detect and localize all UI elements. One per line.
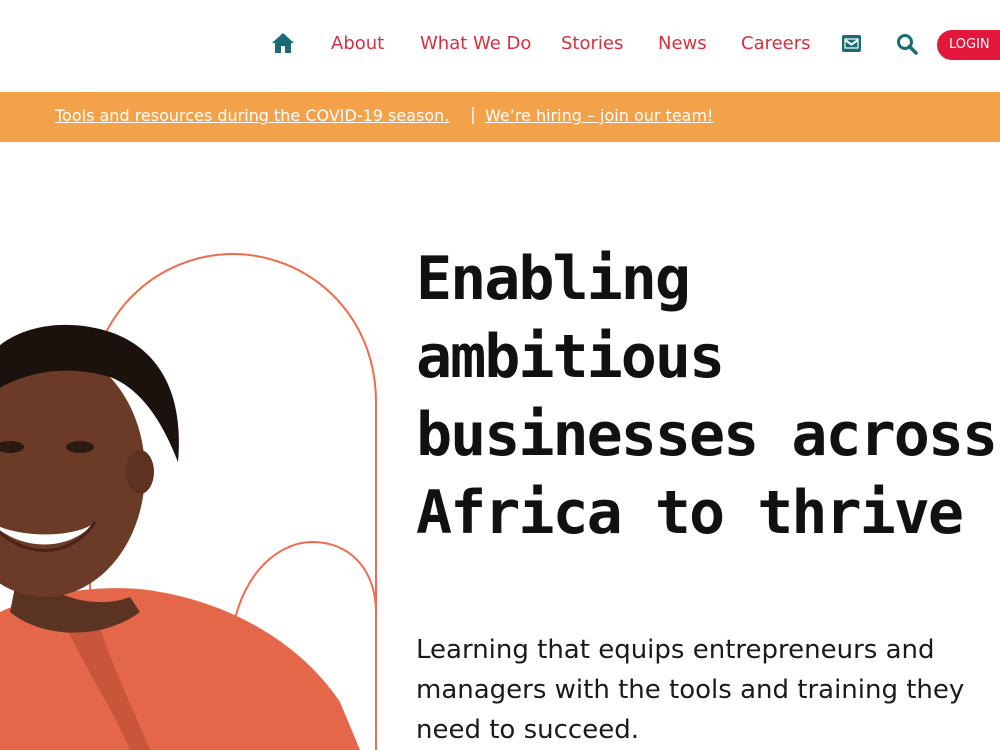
nav-link-about[interactable]: About xyxy=(331,33,384,54)
nav-link-careers[interactable]: Careers xyxy=(741,33,811,54)
hero-title-line: Africa to thrive xyxy=(416,478,964,548)
hero-title-line: Enabling xyxy=(416,244,691,314)
site-header: About What We Do Stories News Careers LO… xyxy=(0,0,1000,92)
announcement-banner: Tools and resources during the COVID-19 … xyxy=(0,92,1000,142)
nav-link-stories[interactable]: Stories xyxy=(561,33,623,54)
nav-link-what-we-do[interactable]: What We Do xyxy=(420,33,531,54)
hero-title: Enabling ambitious businesses across Afr… xyxy=(416,240,1000,552)
page: About What We Do Stories News Careers LO… xyxy=(0,0,1000,750)
login-button[interactable]: LOGIN xyxy=(937,30,1000,60)
covid-resources-link[interactable]: Tools and resources during the COVID-19 … xyxy=(55,106,449,125)
home-icon[interactable] xyxy=(271,32,295,54)
nav-link-news[interactable]: News xyxy=(658,33,707,54)
envelope-icon[interactable] xyxy=(842,35,861,52)
search-icon[interactable] xyxy=(896,33,918,55)
banner-separator: | xyxy=(470,105,476,125)
hero-title-line: businesses across xyxy=(416,400,998,470)
hiring-link[interactable]: We’re hiring – join our team! xyxy=(485,106,713,125)
hero-portrait-image xyxy=(0,252,377,750)
hero-title-line: ambitious xyxy=(416,322,725,392)
hero-subtitle: Learning that equips entrepreneurs and m… xyxy=(416,635,965,745)
